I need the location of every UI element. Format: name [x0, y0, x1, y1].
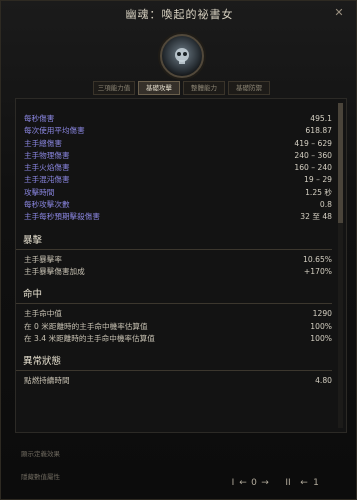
stat-value: 19 – 29 [304, 175, 332, 185]
stat-row: 主手命中值 1290 [16, 308, 332, 320]
stat-row: 主手混沌傷害 19 – 29 [16, 174, 332, 186]
stat-row: 在 0 米距離時的主手命中機率估算值 100% [16, 321, 332, 333]
stat-label: 主手總傷害 [24, 138, 62, 148]
tab-base-attack[interactable]: 基礎攻擊 [138, 81, 180, 95]
stat-row: 在 3.4 米距離時的主手命中機率估算值 100% [16, 333, 332, 345]
stat-value: 1.25 秒 [305, 187, 332, 197]
close-icon[interactable]: ✕ [332, 6, 346, 20]
stat-label: 主手物理傷害 [24, 150, 70, 160]
section-rows: 點燃持續時間 4.80 [16, 375, 332, 387]
stat-sections: 暴擊主手暴擊率 10.65% 主手暴擊傷害加成 +170% 命中主手命中值 1290 在 0… [16, 233, 332, 388]
show-definitions-toggle[interactable]: 顯示定義效果 [21, 448, 60, 458]
stat-value: 10.65% [303, 254, 332, 264]
section-heading: 命中 [16, 287, 332, 305]
stat-row: 每次使用平均傷害 618.87 [16, 125, 332, 137]
section-heading: 異常狀態 [16, 354, 332, 372]
offense-stats: 每秒傷害 495.1 每次使用平均傷害 618.87 主手總傷害 419 – 629 主手物… [16, 113, 332, 224]
stat-row: 攻擊時間 1.25 秒 [16, 187, 332, 199]
stat-row: 主手物理傷害 240 – 360 [16, 150, 332, 162]
stat-label: 每次使用平均傷害 [24, 126, 85, 136]
stat-label: 攻擊時間 [24, 187, 55, 197]
stat-value: 4.80 [315, 376, 332, 386]
stat-row: 主手火焰傷害 160 – 240 [16, 162, 332, 174]
section-rows: 主手命中值 1290 在 0 米距離時的主手命中機率估算值 100% 在 3.4 米距離… [16, 308, 332, 345]
stat-label: 主手命中值 [24, 309, 62, 319]
nav-prev-arrow-2[interactable]: ← [298, 475, 310, 491]
tab-attributes[interactable]: 三項能力值 [93, 81, 135, 95]
stat-row: 每秒攻擊次數 0.8 [16, 199, 332, 211]
stat-value: 419 – 629 [294, 138, 332, 148]
stat-value: 100% [310, 333, 332, 343]
nav-value-right: 1 [313, 478, 319, 488]
stat-label: 主手混沌傷害 [24, 175, 70, 185]
stat-label: 主手暴擊率 [24, 254, 62, 264]
nav-next-arrow[interactable]: → [259, 475, 271, 491]
tab-overall[interactable]: 整體能力 [183, 81, 225, 95]
stat-label: 在 3.4 米距離時的主手命中機率估算值 [24, 333, 155, 343]
stat-value: 160 – 240 [294, 163, 332, 173]
scrollbar-thumb[interactable] [338, 103, 343, 223]
stats-panel: 每秒傷害 495.1 每次使用平均傷害 618.87 主手總傷害 419 – 629 主手物… [15, 98, 347, 433]
stat-label: 主手每秒預期擊殺傷害 [24, 212, 100, 222]
character-stats-window: 幽魂：喚起的祕書女 ✕ 三項能力值 基礎攻擊 整體能力 基礎防禦 每秒傷害 495… [0, 0, 357, 500]
skull-emblem-icon [160, 34, 204, 78]
stat-value: 495.1 [310, 114, 332, 123]
stat-row: 主手暴擊傷害加成 +170% [16, 266, 332, 278]
stat-row: 主手總傷害 419 – 629 [16, 138, 332, 150]
stat-label: 在 0 米距離時的主手命中機率估算值 [24, 321, 148, 331]
section-rows: 主手暴擊率 10.65% 主手暴擊傷害加成 +170% [16, 254, 332, 279]
stat-label: 每秒攻擊次數 [24, 200, 70, 210]
stat-row: 每秒傷害 495.1 [16, 113, 332, 125]
stat-row: 主手每秒預期擊殺傷害 32 至 48 [16, 211, 332, 223]
nav-marker-mid: II [285, 478, 291, 488]
stat-value: 618.87 [305, 126, 332, 136]
stat-value: 100% [310, 321, 332, 331]
stats-list: 每秒傷害 495.1 每次使用平均傷害 618.87 主手總傷害 419 – 629 主手物… [16, 99, 332, 387]
stat-value: 1290 [312, 309, 332, 319]
window-title: 幽魂：喚起的祕書女 [125, 8, 234, 21]
stat-label: 主手火焰傷害 [24, 163, 70, 173]
stat-label: 主手暴擊傷害加成 [24, 266, 85, 276]
tab-base-defense[interactable]: 基礎防禦 [228, 81, 270, 95]
stat-value: 240 – 360 [294, 150, 332, 160]
section-heading: 暴擊 [16, 233, 332, 250]
stat-value: +170% [303, 266, 332, 276]
tab-bar: 三項能力值 基礎攻擊 整體能力 基礎防禦 [93, 81, 270, 95]
stat-label: 每秒傷害 [24, 114, 55, 123]
hide-values-toggle[interactable]: 隱藏數值屬性 [21, 471, 60, 481]
stat-value: 0.8 [319, 200, 332, 210]
stats-scrollbar[interactable] [338, 103, 343, 428]
stat-label: 點燃持續時間 [24, 376, 70, 386]
stat-value: 32 至 48 [300, 212, 332, 222]
stat-row: 主手暴擊率 10.65% [16, 254, 332, 266]
stat-row: 點燃持續時間 4.80 [16, 375, 332, 387]
